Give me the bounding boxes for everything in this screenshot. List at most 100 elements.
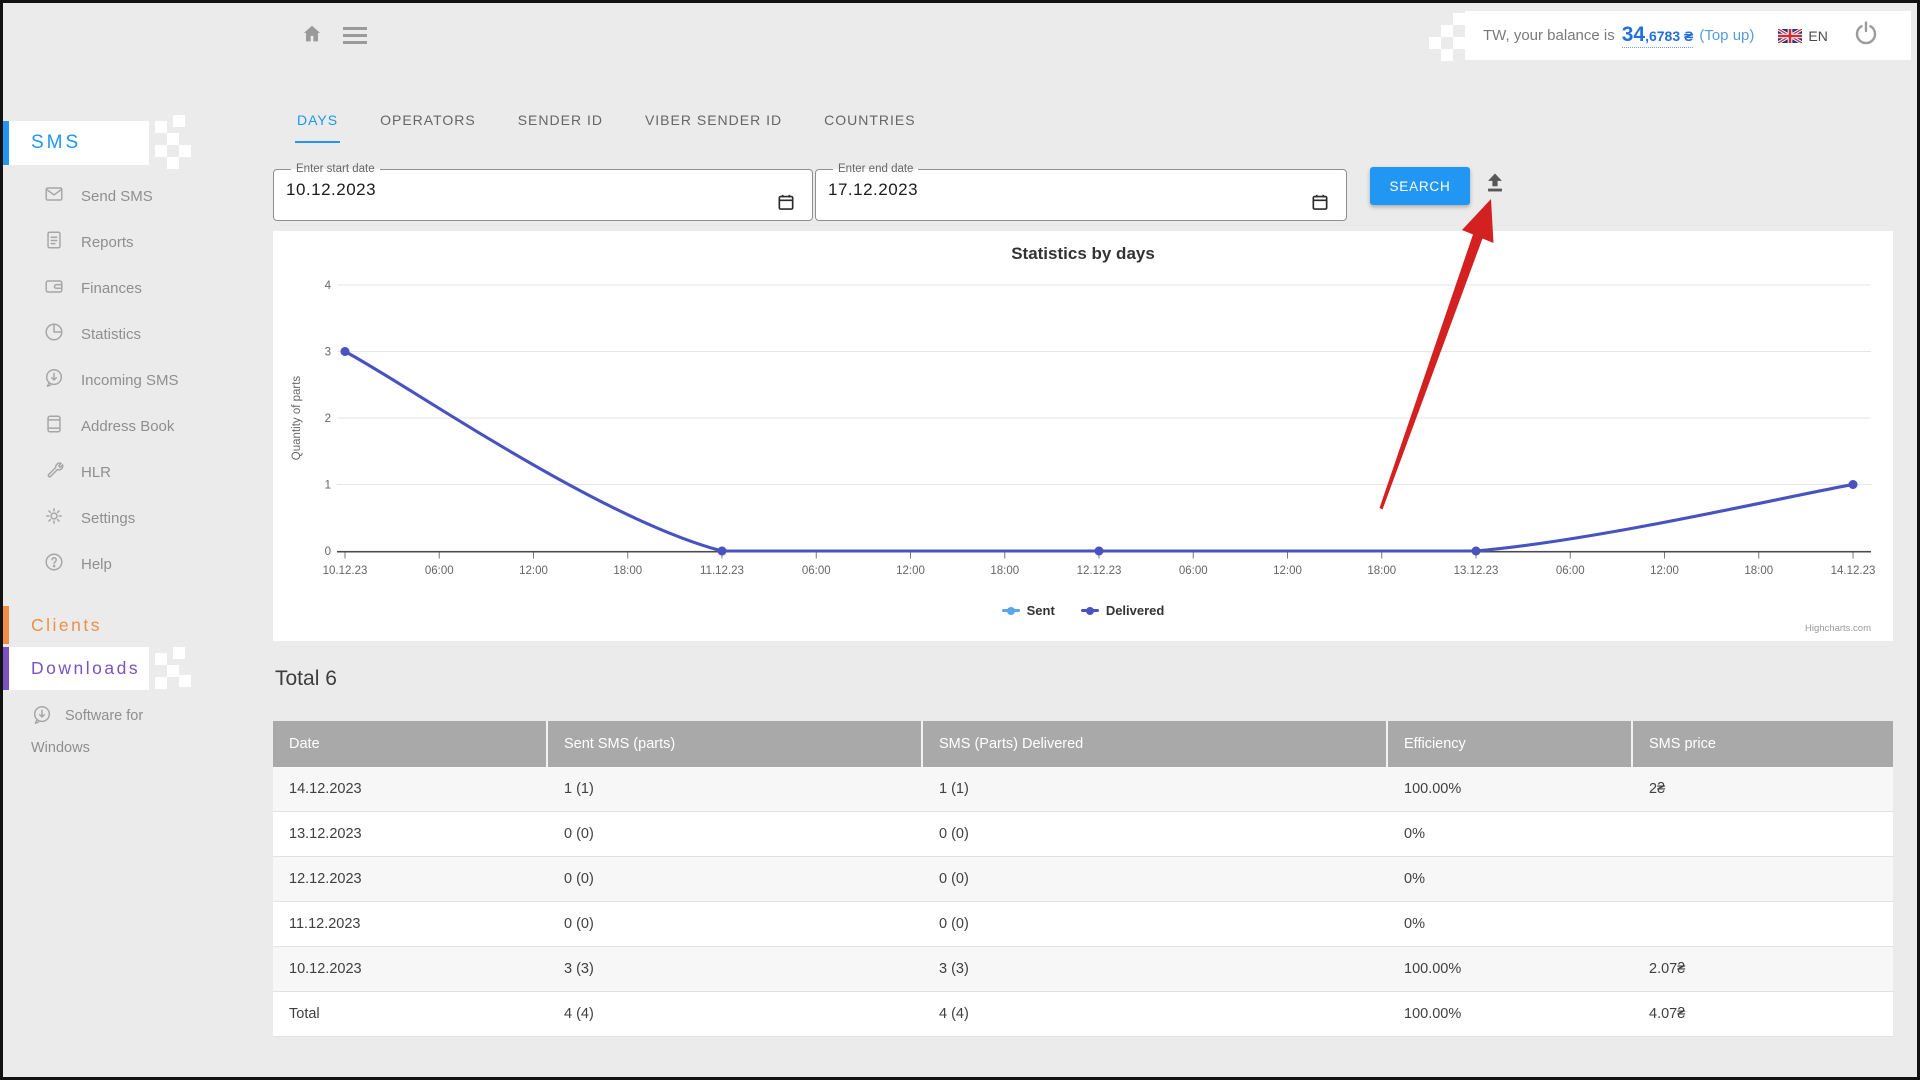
start-date-input[interactable] (286, 175, 706, 205)
table-cell (1633, 902, 1893, 947)
sidebar-item-reports[interactable]: Reports (3, 219, 263, 265)
end-date-input[interactable] (828, 175, 1248, 205)
svg-text:06:00: 06:00 (1179, 565, 1208, 577)
table-cell: 100.00% (1388, 767, 1633, 812)
pixel-decoration (1453, 37, 1465, 49)
sidebar-item-settings[interactable]: Settings (3, 495, 263, 541)
tab-days[interactable]: DAYS (295, 108, 340, 143)
end-date-field: Enter end date (815, 163, 1347, 221)
legend-marker-icon (1081, 609, 1099, 612)
table-cell: 3 (3) (548, 947, 923, 992)
table-cell: 0% (1388, 902, 1633, 947)
sidebar-item-label: Help (81, 556, 112, 573)
table-cell: 0 (0) (923, 857, 1388, 902)
legend-item-delivered[interactable]: Delivered (1081, 603, 1165, 618)
start-date-label: Enter start date (291, 163, 380, 175)
table-cell: 4.07₴ (1633, 992, 1893, 1037)
table-row: 13.12.20230 (0)0 (0)0% (273, 812, 1893, 857)
sidebar-item-hlr[interactable]: HLR (3, 449, 263, 495)
address-book-icon (43, 413, 65, 439)
table-cell (1633, 812, 1893, 857)
svg-text:11.12.23: 11.12.23 (700, 565, 744, 577)
pixel-decoration (155, 677, 167, 689)
svg-text:18:00: 18:00 (990, 565, 1019, 577)
sidebar-item-label: Statistics (81, 326, 141, 343)
home-icon[interactable] (301, 23, 323, 50)
statistics-chart: Statistics by days Quantity of parts 012… (273, 231, 1893, 641)
export-upload-icon[interactable] (1482, 170, 1508, 201)
sidebar-item-incoming-sms[interactable]: Incoming SMS (3, 357, 263, 403)
table-cell: 11.12.2023 (273, 902, 548, 947)
pixel-decoration (155, 121, 167, 133)
pixel-decoration (173, 647, 185, 659)
gear-icon (43, 505, 65, 531)
sidebar-menu: Send SMS Reports Finances Statistics Incomin… (3, 173, 263, 587)
calendar-icon[interactable] (1310, 192, 1330, 217)
tab-sender-id[interactable]: SENDER ID (516, 108, 605, 143)
sidebar-section-sms[interactable]: SMS (3, 121, 149, 165)
search-button[interactable]: SEARCH (1370, 167, 1470, 205)
svg-text:1: 1 (325, 480, 331, 492)
chart-credits: Highcharts.com (1805, 623, 1871, 634)
sidebar-item-label: Incoming SMS (81, 372, 179, 389)
table-cell: 2.07₴ (1633, 947, 1893, 992)
statistics-table: DateSent SMS (parts)SMS (Parts) Delivere… (273, 721, 1893, 1037)
svg-text:18:00: 18:00 (613, 565, 642, 577)
sidebar-item-label: Settings (81, 510, 135, 527)
statistics-tabs: DAYS OPERATORS SENDER ID VIBER SENDER ID COU… (295, 108, 918, 143)
sidebar-section-clients[interactable]: Clients (3, 606, 149, 644)
pixel-decoration (155, 653, 167, 665)
chart-legend: Sent Delivered (273, 603, 1893, 618)
balance-amount[interactable]: 34,6783 ₴ (1622, 23, 1694, 48)
table-cell: 0 (0) (923, 902, 1388, 947)
svg-text:2: 2 (325, 413, 331, 425)
column-header: Date (273, 721, 548, 767)
calendar-icon[interactable] (776, 192, 796, 217)
sidebar-item-statistics[interactable]: Statistics (3, 311, 263, 357)
table-cell: 14.12.2023 (273, 767, 548, 812)
pixel-decoration (1441, 25, 1453, 37)
sidebar-item-address-book[interactable]: Address Book (3, 403, 263, 449)
sidebar-item-finances[interactable]: Finances (3, 265, 263, 311)
logout-power-icon[interactable] (1853, 20, 1879, 51)
pie-chart-icon (43, 321, 65, 347)
tab-countries[interactable]: COUNTRIES (822, 108, 917, 143)
table-cell: 0 (0) (548, 902, 923, 947)
table-cell: 0 (0) (923, 812, 1388, 857)
help-icon (43, 551, 65, 577)
language-selector[interactable]: EN (1778, 28, 1827, 44)
legend-item-sent[interactable]: Sent (1002, 603, 1055, 618)
sidebar-section-downloads[interactable]: Downloads (3, 647, 149, 690)
tab-viber-sender-id[interactable]: VIBER SENDER ID (643, 108, 784, 143)
pixel-decoration (1441, 49, 1453, 61)
table-cell: 100.00% (1388, 947, 1633, 992)
svg-text:12.12.23: 12.12.23 (1077, 565, 1122, 577)
table-cell: 1 (1) (923, 767, 1388, 812)
legend-marker-icon (1002, 609, 1020, 612)
menu-icon[interactable] (343, 27, 367, 48)
tab-operators[interactable]: OPERATORS (378, 108, 478, 143)
report-icon (43, 229, 65, 255)
sidebar-item-send-sms[interactable]: Send SMS (3, 173, 263, 219)
svg-text:3: 3 (325, 347, 331, 359)
sidebar-item-label: Reports (81, 234, 134, 251)
svg-text:12:00: 12:00 (896, 565, 925, 577)
svg-text:06:00: 06:00 (1556, 565, 1585, 577)
table-cell: 12.12.2023 (273, 857, 548, 902)
pixel-decoration (173, 115, 185, 127)
balance-label: TW, your balance is (1483, 27, 1615, 44)
sidebar-item-help[interactable]: Help (3, 541, 263, 587)
legend-label: Sent (1027, 603, 1055, 618)
svg-text:12:00: 12:00 (1650, 565, 1679, 577)
svg-text:06:00: 06:00 (802, 565, 831, 577)
start-date-field: Enter start date (273, 163, 813, 221)
top-up-link[interactable]: (Top up) (1699, 27, 1754, 44)
sidebar-item-label: Finances (81, 280, 142, 297)
sidebar-item-software-for-windows[interactable]: Software for Windows (31, 703, 183, 761)
table-row: 10.12.20233 (3)3 (3)100.00%2.07₴ (273, 947, 1893, 992)
sidebar-item-label: Send SMS (81, 188, 153, 205)
legend-label: Delivered (1106, 603, 1165, 618)
wrench-icon (43, 459, 65, 485)
table-cell: 10.12.2023 (273, 947, 548, 992)
svg-text:0: 0 (325, 546, 331, 558)
